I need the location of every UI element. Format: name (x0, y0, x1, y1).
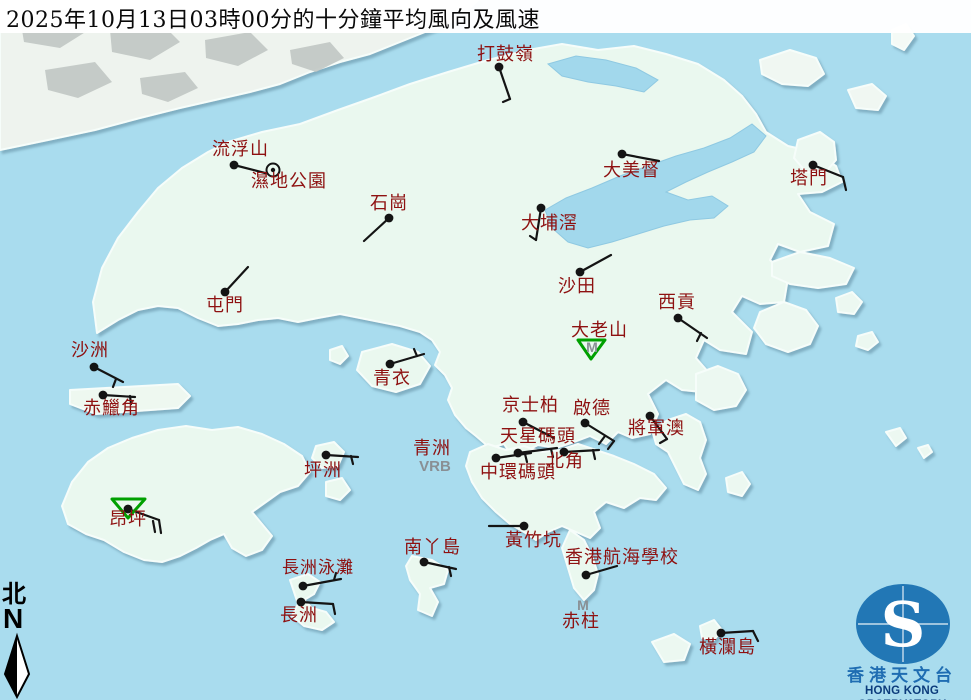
logo-spacer (833, 580, 971, 666)
station-dot (99, 391, 108, 400)
station-dot (674, 314, 683, 323)
station-dot (717, 629, 726, 638)
station-dot (322, 451, 331, 460)
station-note: M (577, 597, 589, 613)
map-title: 2025年10月13日03時00分的十分鐘平均風向及風速 (6, 2, 540, 34)
station-dot (90, 363, 99, 372)
wind-map-screenshot: MVRBM S 2025年10月13日03時00分的十分鐘平均風向及風速 打鼓嶺… (0, 0, 971, 700)
hko-logo: 香港天文台 HONG KONG OBSERVATORY (833, 580, 971, 700)
station-dot (297, 598, 306, 607)
station-note: VRB (419, 458, 451, 475)
station-dot (618, 150, 627, 159)
logo-name-en: HONG KONG OBSERVATORY (833, 685, 971, 700)
wind-barb (130, 396, 131, 404)
calm-symbol-dot (271, 168, 275, 172)
station-dot (520, 522, 529, 531)
station-dot (646, 412, 655, 421)
station-dot (576, 268, 585, 277)
logo-name-zh: 香港天文台 (833, 668, 971, 685)
station-note: M (586, 339, 598, 355)
station-dot (537, 204, 546, 213)
station-dot (386, 360, 395, 369)
station-dot (420, 558, 429, 567)
station-dot (124, 505, 133, 514)
station-dot (385, 214, 394, 223)
station-dot (299, 582, 308, 591)
compass-north-en: N (3, 606, 42, 631)
station-dot (582, 571, 591, 580)
station-dot (560, 448, 569, 457)
station-dot (492, 454, 501, 463)
station-dot (221, 288, 230, 297)
title-bar: 2025年10月13日03時00分的十分鐘平均風向及風速 (0, 0, 971, 33)
base-map: MVRBM S (0, 0, 971, 700)
compass: 北 N (2, 582, 42, 631)
station-dot (809, 161, 818, 170)
station-dot (519, 418, 528, 427)
station-dot (230, 161, 239, 170)
station-dot (495, 63, 504, 72)
station-dot (581, 419, 590, 428)
